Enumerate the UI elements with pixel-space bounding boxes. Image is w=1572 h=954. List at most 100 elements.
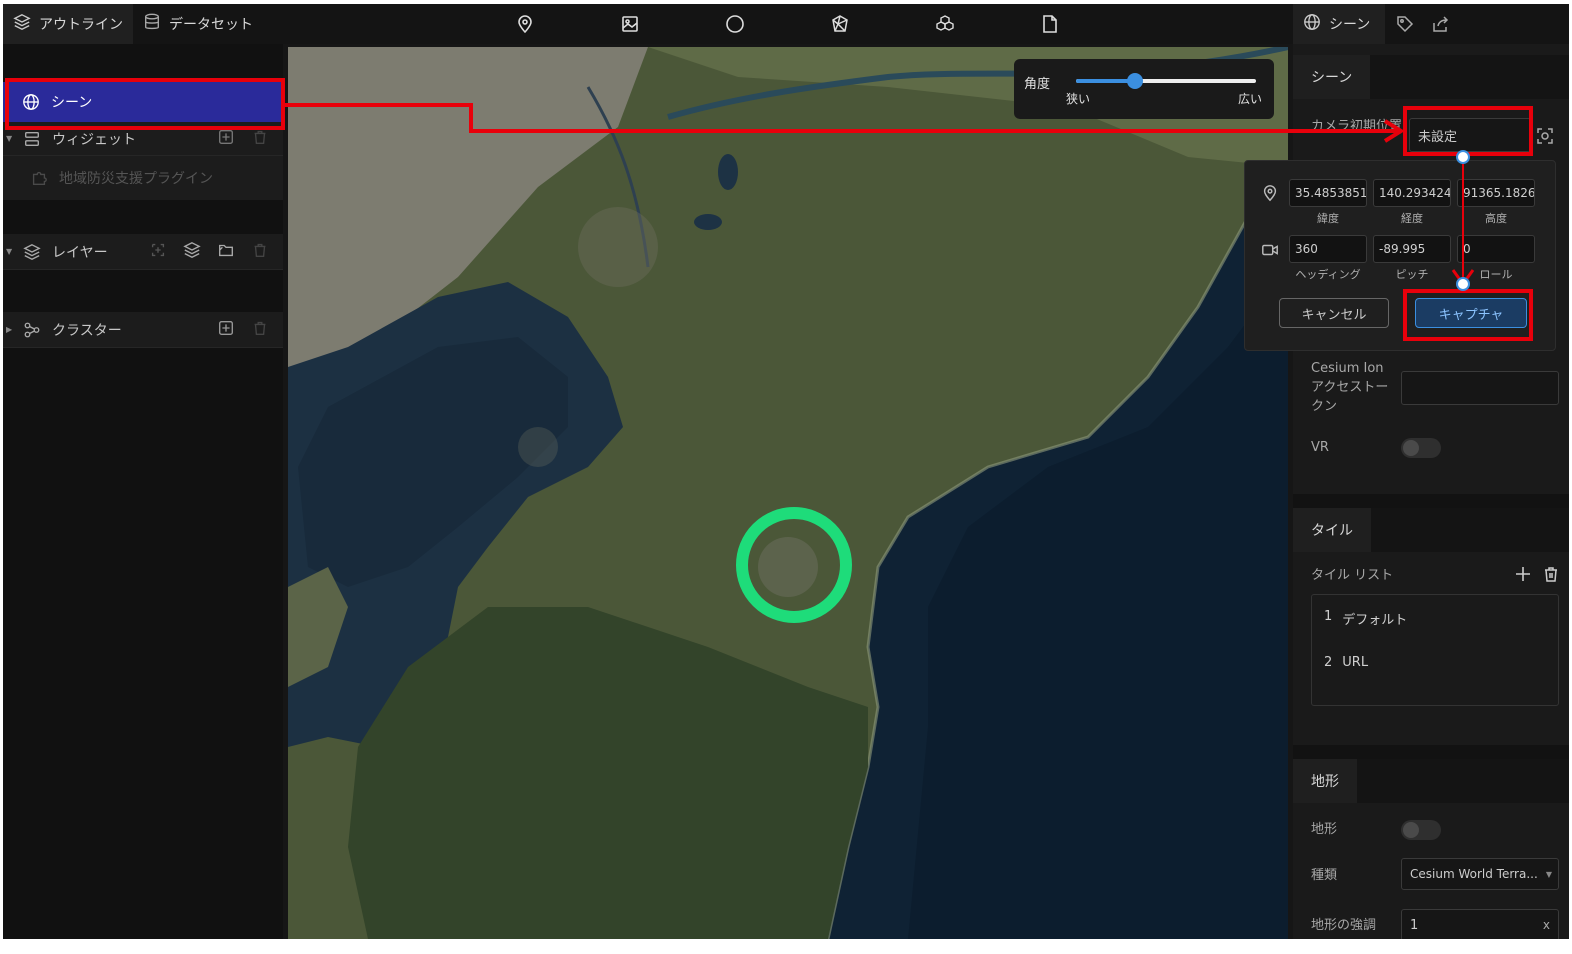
map-pin-icon[interactable] bbox=[514, 13, 536, 35]
tile-section-header: タイル bbox=[1293, 508, 1569, 552]
tag-icon[interactable] bbox=[1394, 13, 1416, 35]
list-item[interactable]: 2 URL bbox=[1324, 655, 1368, 670]
vr-label: VR bbox=[1311, 440, 1329, 455]
heading-input[interactable]: 360 bbox=[1289, 235, 1367, 263]
camera-position-label: カメラ初期位置 bbox=[1311, 119, 1403, 134]
globe-icon bbox=[1303, 13, 1321, 35]
top-toolbar: アウトライン データセット シーン bbox=[3, 4, 1569, 44]
outline-scene-label: シーン bbox=[51, 95, 93, 111]
plus-icon[interactable] bbox=[1513, 564, 1533, 584]
terrain-section-tab[interactable]: 地形 bbox=[1293, 759, 1357, 803]
trash-icon[interactable] bbox=[251, 319, 269, 341]
tab-outline-label: アウトライン bbox=[39, 17, 123, 33]
cancel-button[interactable]: キャンセル bbox=[1279, 298, 1389, 328]
polyhedron-icon[interactable] bbox=[829, 13, 851, 35]
widget-icon bbox=[22, 129, 42, 149]
database-icon bbox=[143, 13, 161, 35]
angle-min-label: 狭い bbox=[1066, 92, 1091, 106]
section-divider bbox=[1293, 745, 1569, 759]
angle-max-label: 広い bbox=[1237, 92, 1262, 106]
trash-icon[interactable] bbox=[251, 128, 269, 150]
tab-scene-label: シーン bbox=[1329, 17, 1371, 33]
camera-capture-icon[interactable] bbox=[1535, 126, 1555, 146]
layers-icon bbox=[13, 13, 31, 35]
cesium-token-label: Cesium Ion アクセストークン bbox=[1311, 361, 1389, 414]
heading-label: ヘッディング bbox=[1295, 268, 1361, 281]
outline-layer-label: レイヤー bbox=[52, 244, 108, 261]
puzzle-icon bbox=[29, 168, 49, 188]
outline-plugin-label: 地域防災支援プラグイン bbox=[59, 171, 213, 187]
altitude-input[interactable]: 91365.1826 bbox=[1457, 179, 1535, 207]
add-layer-icon[interactable] bbox=[183, 241, 201, 263]
satellite-map-image bbox=[288, 47, 1288, 939]
scene-section-header: シーン bbox=[1293, 55, 1569, 99]
tab-scene[interactable]: シーン bbox=[1293, 4, 1385, 44]
terrain-type-label: 種類 bbox=[1311, 868, 1338, 883]
tab-dataset[interactable]: データセット bbox=[133, 4, 263, 44]
list-item[interactable]: 1 デフォルト bbox=[1324, 609, 1407, 628]
caret-down-icon: ▼ bbox=[6, 247, 13, 256]
add-icon[interactable] bbox=[217, 319, 235, 341]
camera-position-field[interactable]: 未設定 bbox=[1409, 118, 1531, 152]
altitude-label: 高度 bbox=[1485, 212, 1507, 225]
scene-section-tab[interactable]: シーン bbox=[1293, 55, 1371, 99]
circle-icon[interactable] bbox=[724, 13, 746, 35]
trash-icon[interactable] bbox=[1541, 564, 1561, 584]
outline-item-layer[interactable]: ▼ レイヤー bbox=[3, 234, 283, 270]
tile-list: 1 デフォルト 2 URL bbox=[1311, 594, 1559, 706]
terrain-strength-value: 1 bbox=[1410, 917, 1419, 933]
tab-outline[interactable]: アウトライン bbox=[3, 4, 133, 44]
folder-icon[interactable] bbox=[217, 241, 235, 263]
latitude-input[interactable]: 35.4853851 bbox=[1289, 179, 1367, 207]
terrain-label: 地形 bbox=[1311, 822, 1338, 837]
tab-dataset-label: データセット bbox=[169, 17, 253, 33]
angle-slider-handle[interactable] bbox=[1127, 73, 1144, 89]
terrain-toggle[interactable] bbox=[1401, 820, 1441, 840]
cubes-icon[interactable] bbox=[934, 13, 956, 35]
roll-label: ロール bbox=[1479, 268, 1513, 281]
terrain-section-header: 地形 bbox=[1293, 759, 1569, 803]
tile-index: 2 bbox=[1324, 655, 1333, 670]
image-icon[interactable] bbox=[619, 13, 641, 35]
longitude-input[interactable]: 140.293424 bbox=[1373, 179, 1451, 207]
tile-index: 1 bbox=[1324, 609, 1333, 624]
angle-slider[interactable] bbox=[1076, 73, 1256, 89]
pitch-label: ピッチ bbox=[1395, 268, 1429, 281]
caret-right-icon: ▶ bbox=[6, 325, 13, 334]
clear-icon[interactable]: x bbox=[1543, 918, 1550, 932]
tile-name: URL bbox=[1342, 655, 1369, 670]
tile-list-label: タイル リスト bbox=[1311, 568, 1394, 583]
section-divider bbox=[1293, 494, 1569, 508]
pitch-input[interactable]: -89.995 bbox=[1373, 235, 1451, 263]
outline-item-scene[interactable]: シーン bbox=[3, 82, 283, 122]
angle-label: 角度 bbox=[1024, 77, 1051, 92]
globe-icon bbox=[21, 92, 41, 112]
trash-icon[interactable] bbox=[251, 241, 269, 263]
cluster-icon bbox=[22, 320, 42, 340]
tile-section-tab[interactable]: タイル bbox=[1293, 508, 1371, 552]
terrain-strength-input[interactable]: 1 x bbox=[1401, 909, 1559, 939]
app-window: アウトライン データセット シーン シーン ▼ ウィジェット 地域防災支援プラグ… bbox=[3, 4, 1569, 939]
file-icon[interactable] bbox=[1039, 13, 1061, 35]
outline-item-cluster[interactable]: ▶ クラスター bbox=[3, 312, 283, 348]
roll-input[interactable]: 0 bbox=[1457, 235, 1535, 263]
video-camera-icon bbox=[1260, 241, 1280, 259]
terrain-type-select[interactable]: Cesium World Terra... ▼ bbox=[1401, 858, 1559, 890]
caret-down-icon: ▼ bbox=[6, 134, 13, 143]
add-icon[interactable] bbox=[217, 128, 235, 150]
outline-cluster-label: クラスター bbox=[52, 322, 122, 339]
export-icon[interactable] bbox=[1430, 13, 1452, 35]
angle-slider-panel: 角度 狭い 広い bbox=[1014, 59, 1274, 119]
vr-toggle[interactable] bbox=[1401, 438, 1441, 458]
capture-button[interactable]: キャプチャ bbox=[1415, 298, 1527, 328]
map-viewport[interactable]: 角度 狭い 広い bbox=[288, 47, 1288, 939]
tile-name: デフォルト bbox=[1342, 613, 1408, 628]
longitude-label: 経度 bbox=[1401, 212, 1423, 225]
cesium-token-field[interactable] bbox=[1401, 371, 1559, 405]
outline-item-plugin[interactable]: 地域防災支援プラグイン bbox=[3, 156, 283, 200]
chevron-down-icon: ▼ bbox=[1545, 869, 1552, 879]
terrain-type-value: Cesium World Terra... bbox=[1410, 867, 1538, 881]
add-group-icon[interactable] bbox=[149, 241, 167, 263]
outline-item-widget[interactable]: ▼ ウィジェット bbox=[3, 122, 283, 156]
outline-panel: シーン ▼ ウィジェット 地域防災支援プラグイン ▼ レイヤー ▶ クラスター bbox=[3, 44, 283, 939]
